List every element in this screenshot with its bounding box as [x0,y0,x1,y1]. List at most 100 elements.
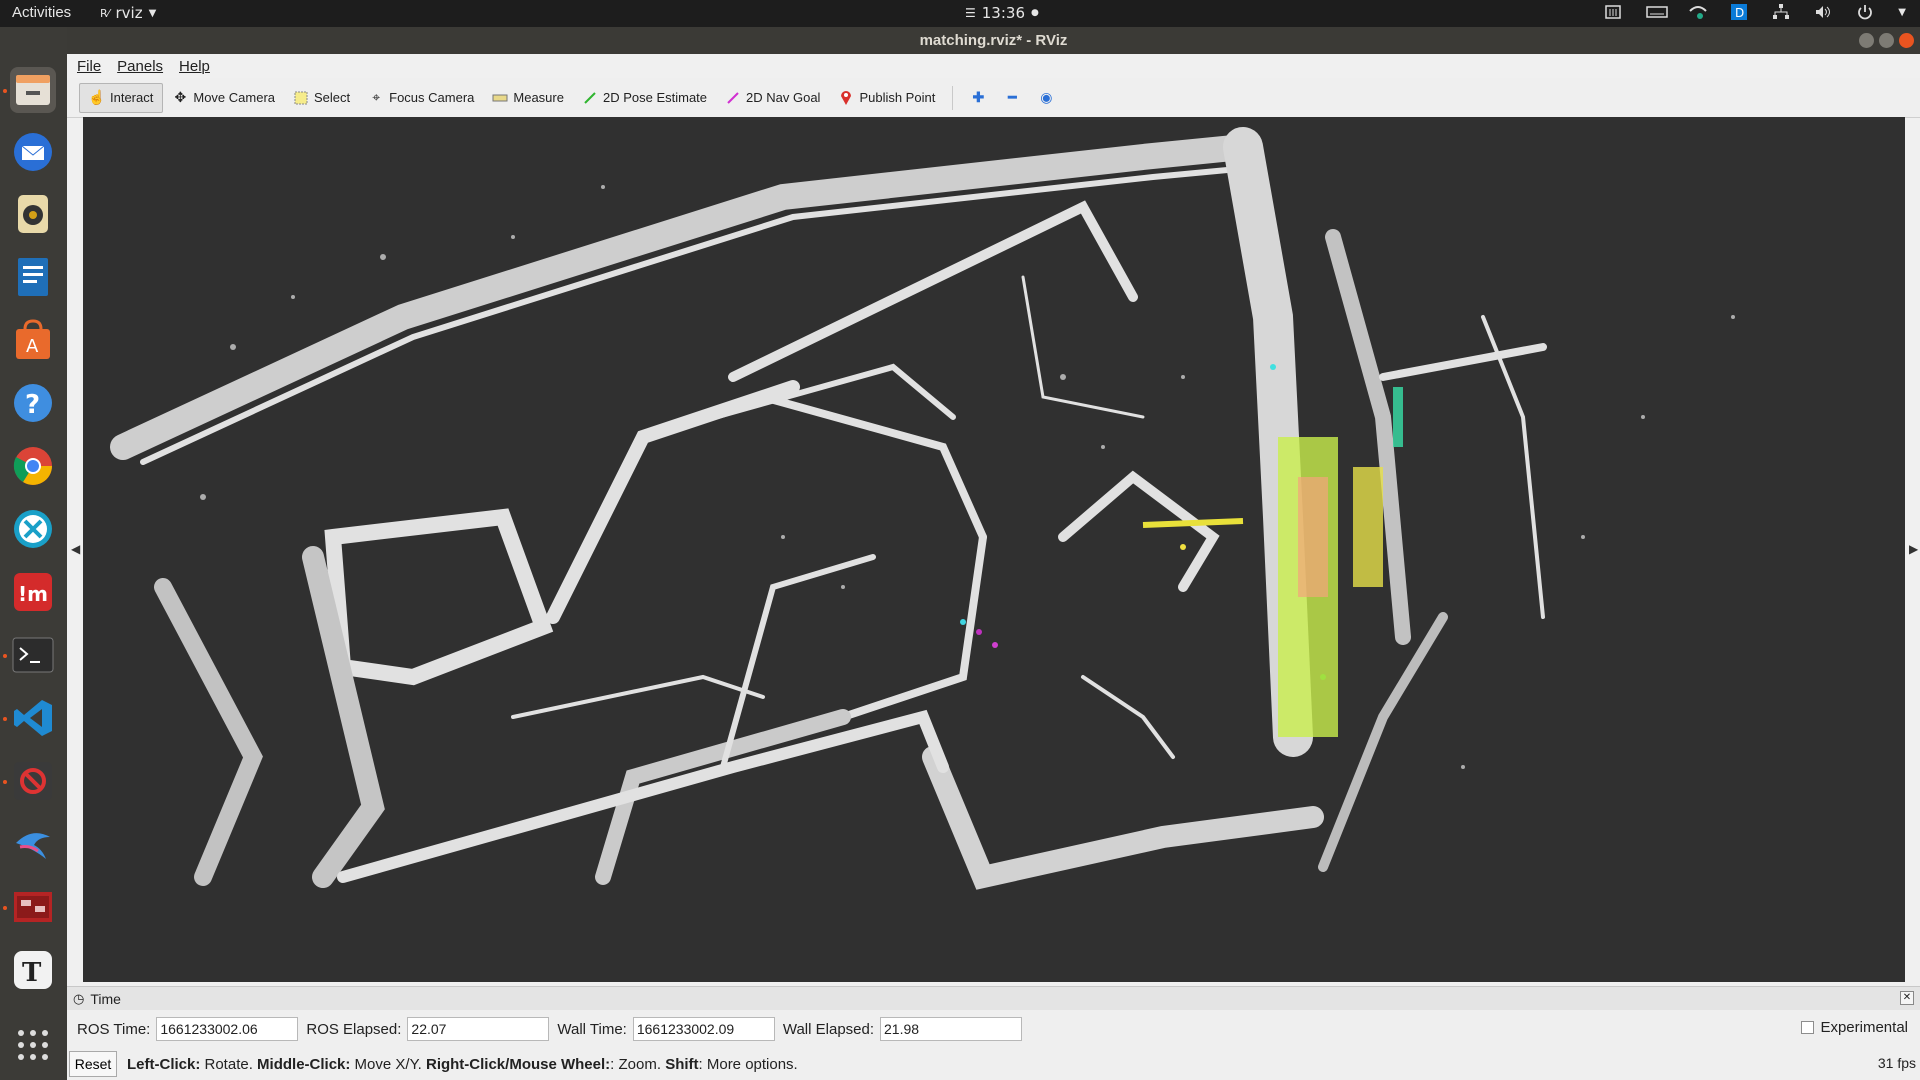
add-tool-button[interactable]: ✚ [961,83,995,113]
minus-icon: ━ [1008,89,1017,105]
volume-icon[interactable] [1814,3,1832,21]
close-button[interactable] [1899,33,1914,48]
wall-elapsed-label: Wall Elapsed: [782,1020,875,1038]
dock-item-software[interactable]: A [10,317,56,363]
tool-label: Select [314,90,351,105]
keyboard-icon[interactable] [1646,3,1669,21]
tool-2d-nav-goal[interactable]: 2D Nav Goal [716,83,829,113]
dock-item-chrome[interactable] [10,443,56,489]
help-icon: ? [14,384,52,422]
right-click-desc: : Zoom. [610,1055,666,1073]
power-icon[interactable] [1856,3,1874,21]
reset-button[interactable]: Reset [69,1051,117,1077]
dock-item-terminal[interactable] [10,632,56,678]
minimize-button[interactable] [1859,33,1874,48]
shift-desc: : More options. [698,1055,798,1073]
toolbar-separator [952,85,954,110]
colored-scan-points [960,364,1403,737]
checkbox-box[interactable] [1801,1021,1815,1034]
experimental-checkbox[interactable]: Experimental [1801,1019,1908,1036]
rviz-window: matching.rviz* - RViz File Panels Help ☝… [67,27,1920,1080]
select-box-icon [293,90,309,106]
point-cloud-map[interactable] [83,117,1905,982]
clock[interactable]: ☰ 13:36 ● [965,4,1039,22]
tool-publish-point[interactable]: Publish Point [829,83,944,113]
tool-2d-pose-estimate[interactable]: 2D Pose Estimate [573,83,716,113]
app-menu-label: rviz [115,4,143,22]
chat-app-icon: !m [14,573,52,611]
dock-item-writer[interactable] [10,254,56,300]
dock-item-teamviewer[interactable] [10,506,56,552]
middle-click-desc: Move X/Y. [350,1055,426,1073]
tool-properties-button[interactable]: ◉ [1029,83,1063,113]
remove-tool-button[interactable]: ━ [995,83,1029,113]
ros-time-field[interactable]: 1661233002.06 [156,1017,299,1041]
dock-item-kali[interactable] [10,821,56,867]
tool-label: 2D Pose Estimate [602,90,708,105]
ros-elapsed-field[interactable]: 22.07 [407,1017,550,1041]
dock-item-help[interactable]: ? [10,380,56,426]
app-grid-icon [18,1030,48,1060]
svg-text:!m: !m [18,582,48,606]
3d-render-viewport[interactable] [83,117,1905,982]
menu-panels[interactable]: Panels [117,58,163,75]
left-click-desc: Rotate. [200,1055,258,1073]
code-editor-icon [14,700,52,736]
chevron-down-icon[interactable]: ▼ [1898,7,1906,18]
menu-bar: File Panels Help [67,54,1920,78]
dock-item-thunderbird[interactable] [10,129,56,175]
activities-button[interactable]: Activities [12,4,71,21]
tool-select[interactable]: Select [284,83,359,113]
wall-time-label: Wall Time: [557,1020,627,1038]
dock-item-mattermost[interactable]: !m [10,569,56,615]
time-panel-title: Time [90,990,121,1007]
experimental-label: Experimental [1820,1019,1908,1036]
chevron-down-icon: ▼ [148,7,157,19]
app-menu[interactable]: R⁄ rviz ▼ [100,4,156,22]
menu-file[interactable]: File [77,58,101,75]
notification-dot-icon: ● [1031,8,1039,18]
wall-time-field[interactable]: 1661233002.09 [632,1017,775,1041]
ros-elapsed-label: ROS Elapsed: [306,1020,402,1038]
ros-time-label: ROS Time: [77,1020,151,1038]
dock: A ? !m T [0,27,67,1080]
ruler-icon [492,90,508,106]
running-indicator [3,780,7,784]
right-dock-toggle-icon[interactable]: ▶ [1909,542,1919,560]
tool-label: Interact [110,90,154,105]
tool-focus-camera[interactable]: ⌖ Focus Camera [359,83,483,113]
running-indicator [3,717,7,721]
left-dock-toggle-icon[interactable]: ◀ [71,542,81,560]
fps-counter: 31 fps [1877,1055,1916,1071]
dock-item-files[interactable] [10,67,56,113]
network-manager-icon[interactable] [1688,3,1708,21]
focus-target-icon: ⌖ [372,89,381,105]
network-icon[interactable] [1772,3,1790,21]
dock-item-rhythmbox[interactable] [10,191,56,237]
show-applications-button[interactable] [10,1022,56,1068]
tool-interact[interactable]: ☝ Interact [79,82,164,113]
middle-click-hint: Middle-Click: [257,1055,351,1073]
right-click-hint: Right-Click/Mouse Wheel: [425,1055,611,1073]
tool-move-camera[interactable]: ✥ Move Camera [163,83,284,113]
tool-measure[interactable]: Measure [483,83,573,113]
wall-elapsed-field[interactable]: 21.98 [880,1017,1023,1041]
map-pin-icon [838,90,854,106]
dock-item-typora[interactable]: T [10,947,56,993]
rviz-app-icon: R⁄ [100,6,110,20]
document-icon [18,258,48,296]
clock-icon: ◷ [73,990,85,1006]
dock-item-vscode[interactable] [10,695,56,741]
dock-item-rviz[interactable] [10,884,56,930]
close-panel-button[interactable]: ✕ [1900,991,1914,1005]
indicator-icon[interactable] [1604,3,1622,21]
dock-item-blocker[interactable] [10,758,56,804]
svg-text:T: T [22,958,42,988]
menu-help[interactable]: Help [179,58,210,75]
text-editor-icon: T [14,951,52,989]
speaker-icon [18,195,48,233]
green-arrow-icon [582,90,598,106]
dropbox-icon[interactable]: D [1730,3,1748,21]
maximize-button[interactable] [1879,33,1894,48]
window-titlebar[interactable]: matching.rviz* - RViz [67,27,1920,54]
